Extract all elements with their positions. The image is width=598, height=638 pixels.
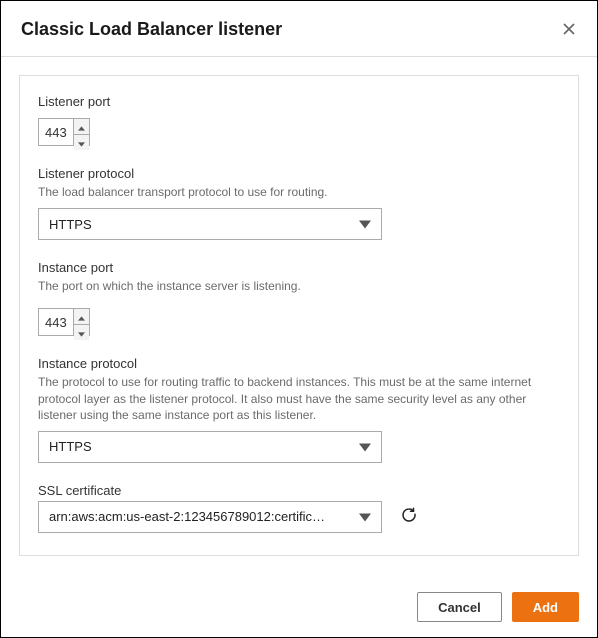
chevron-up-icon bbox=[78, 309, 85, 324]
ssl-certificate-select[interactable]: arn:aws:acm:us-east-2:123456789012:certi… bbox=[38, 501, 382, 533]
instance-protocol-value: HTTPS bbox=[49, 439, 92, 454]
chevron-down-icon bbox=[78, 325, 85, 340]
add-button[interactable]: Add bbox=[512, 592, 579, 622]
instance-protocol-select[interactable]: HTTPS bbox=[38, 431, 382, 463]
caret-down-icon bbox=[359, 217, 371, 232]
dialog-footer: Cancel Add bbox=[1, 580, 597, 637]
refresh-icon bbox=[400, 506, 418, 527]
dialog-title: Classic Load Balancer listener bbox=[21, 19, 282, 40]
caret-down-icon bbox=[359, 439, 371, 454]
content-panel: Listener port Listener protocol The load… bbox=[19, 75, 579, 556]
listener-port-field: Listener port bbox=[38, 94, 560, 146]
chevron-down-icon bbox=[78, 135, 85, 150]
ssl-certificate-field: SSL certificate arn:aws:acm:us-east-2:12… bbox=[38, 483, 560, 533]
ssl-row: arn:aws:acm:us-east-2:123456789012:certi… bbox=[38, 501, 560, 533]
listener-protocol-field: Listener protocol The load balancer tran… bbox=[38, 166, 560, 240]
listener-protocol-select[interactable]: HTTPS bbox=[38, 208, 382, 240]
instance-port-spinner bbox=[73, 309, 89, 335]
instance-port-input-wrap bbox=[38, 308, 90, 336]
instance-port-help: The port on which the instance server is… bbox=[38, 278, 560, 294]
instance-port-input[interactable] bbox=[39, 309, 73, 335]
listener-protocol-label: Listener protocol bbox=[38, 166, 560, 181]
ssl-certificate-value: arn:aws:acm:us-east-2:123456789012:certi… bbox=[49, 509, 325, 524]
instance-port-down[interactable] bbox=[74, 325, 89, 340]
refresh-button[interactable] bbox=[396, 502, 422, 531]
dialog-header: Classic Load Balancer listener bbox=[1, 1, 597, 57]
close-button[interactable] bbox=[559, 16, 579, 42]
listener-port-up[interactable] bbox=[74, 119, 89, 135]
chevron-up-icon bbox=[78, 119, 85, 134]
listener-port-spinner bbox=[73, 119, 89, 145]
close-icon bbox=[563, 19, 575, 39]
instance-protocol-help: The protocol to use for routing traffic … bbox=[38, 374, 560, 423]
listener-protocol-value: HTTPS bbox=[49, 217, 92, 232]
listener-port-down[interactable] bbox=[74, 135, 89, 150]
instance-protocol-field: Instance protocol The protocol to use fo… bbox=[38, 356, 560, 463]
dialog-body: Listener port Listener protocol The load… bbox=[1, 57, 597, 580]
listener-protocol-help: The load balancer transport protocol to … bbox=[38, 184, 560, 200]
instance-port-label: Instance port bbox=[38, 260, 560, 275]
instance-port-up[interactable] bbox=[74, 309, 89, 325]
listener-port-input-wrap bbox=[38, 118, 90, 146]
ssl-certificate-label: SSL certificate bbox=[38, 483, 560, 498]
cancel-button[interactable]: Cancel bbox=[417, 592, 502, 622]
caret-down-icon bbox=[359, 509, 371, 524]
instance-port-field: Instance port The port on which the inst… bbox=[38, 260, 560, 336]
listener-port-label: Listener port bbox=[38, 94, 560, 109]
listener-port-input[interactable] bbox=[39, 119, 73, 145]
instance-protocol-label: Instance protocol bbox=[38, 356, 560, 371]
